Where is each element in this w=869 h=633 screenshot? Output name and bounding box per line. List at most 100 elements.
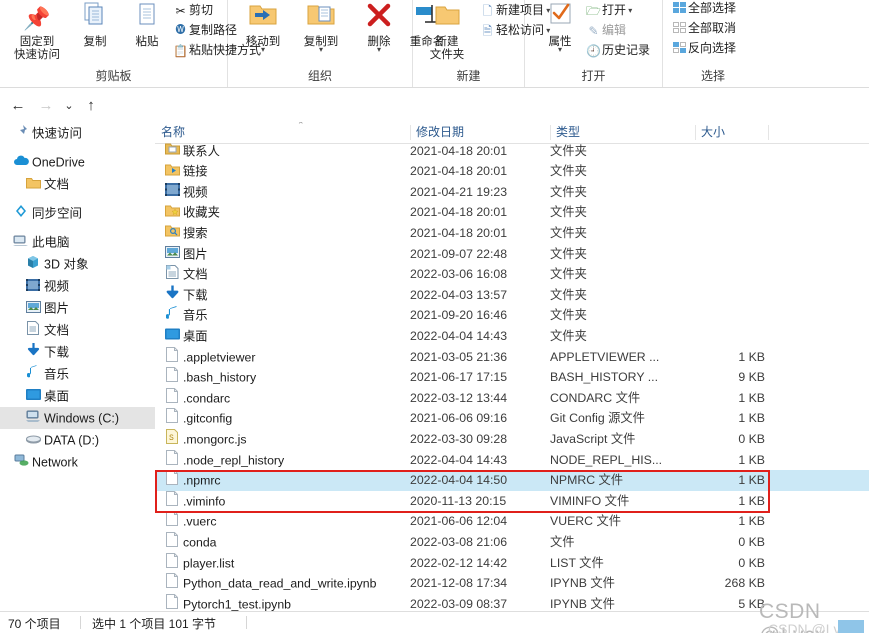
column-divider[interactable] [768, 125, 769, 140]
file-name-text: .node_repl_history [183, 453, 285, 467]
table-row[interactable]: 音乐 2021-09-20 16:46 文件夹 [155, 305, 869, 326]
copy-button[interactable]: 复制 [66, 2, 124, 49]
table-row[interactable]: player.list 2022-02-12 14:42 LIST 文件 0 KB [155, 552, 869, 575]
file-type-cell: 文件夹 [550, 205, 587, 220]
sidebar-item-8[interactable]: 文档 [0, 319, 155, 341]
folder-pictures-icon [161, 244, 183, 265]
sidebar-item-3[interactable]: 同步空间 [0, 202, 155, 224]
js-file-icon: S [161, 428, 183, 451]
table-row[interactable]: .condarc 2022-03-12 13:44 CONDARC 文件 1 KB [155, 387, 869, 409]
table-row[interactable]: .npmrc 2022-04-04 14:50 NPMRC 文件 1 KB [155, 470, 869, 491]
properties-caret-icon[interactable]: ▾ [531, 46, 589, 54]
sidebar-item-2[interactable]: 文档 [0, 173, 155, 195]
table-row[interactable]: 链接 2021-04-18 20:01 文件夹 [155, 161, 869, 182]
sidebar-item-7[interactable]: 图片 [0, 297, 155, 319]
move-to-icon [234, 2, 292, 36]
table-row[interactable]: .gitconfig 2021-06-06 09:16 Git Config 源文件… [155, 408, 869, 429]
table-row[interactable]: .node_repl_history 2022-04-04 14:43 NODE_R… [155, 449, 869, 471]
table-row[interactable]: conda 2022-03-08 21:06 文件 0 KB [155, 531, 869, 554]
table-row[interactable]: .vuerc 2021-06-06 12:04 VUERC 文件 1 KB [155, 511, 869, 532]
folder-desktop-icon [161, 326, 183, 347]
open-caret-icon[interactable]: ▾ [626, 6, 632, 15]
file-name-text: .condarc [183, 391, 231, 406]
table-row[interactable]: .bash_history 2021-06-17 17:15 BASH_HISTOR… [155, 367, 869, 388]
back-button[interactable]: ← [8, 96, 28, 116]
move-to-button[interactable]: 移动到 ▾ [234, 2, 292, 54]
file-size-cell [695, 202, 765, 223]
file-type-cell: LIST 文件 [550, 555, 604, 570]
pin-label-line2: 快速访问 [14, 49, 60, 61]
file-name-text: 视频 [183, 185, 208, 200]
file-name-text: player.list [183, 556, 235, 570]
sidebar-item-1[interactable]: OneDrive [0, 151, 155, 173]
sidebar-item-9[interactable]: 下载 [0, 341, 155, 363]
select-none-button[interactable]: 全部取消 [671, 18, 736, 38]
table-row[interactable]: 下载 2022-04-03 13:57 文件夹 [155, 285, 869, 306]
copy-to-button[interactable]: 复制到 ▾ [292, 2, 350, 54]
sidebar-item-11[interactable]: 桌面 [0, 385, 155, 407]
file-name-text: 音乐 [183, 308, 208, 323]
file-size-cell [695, 223, 765, 244]
copy-to-icon [292, 2, 350, 36]
ribbon-group-new-label: 新建 [456, 69, 481, 83]
file-icon [161, 593, 183, 611]
file-icon [161, 552, 183, 575]
table-row[interactable]: 收藏夹 2021-04-18 20:01 文件夹 [155, 202, 869, 223]
sidebar-item-label: 视频 [44, 279, 70, 294]
folder-favorites-icon [161, 203, 183, 224]
table-row[interactable]: .appletviewer 2021-03-05 21:36 APPLETVIEWE… [155, 346, 869, 368]
table-row[interactable]: 搜索 2021-04-18 20:01 文件夹 [155, 223, 869, 244]
file-name-cell: 收藏夹 [161, 202, 220, 223]
sidebar-item-4[interactable]: 此电脑 [0, 231, 155, 253]
open-button[interactable]: 🗁打开 ▾ [585, 0, 632, 20]
file-type-cell: VUERC 文件 [550, 514, 622, 529]
edit-button[interactable]: ✎ 编辑 [585, 20, 626, 40]
file-type-cell: 文件夹 [550, 225, 587, 240]
file-size-cell: 1 KB [738, 452, 765, 467]
file-date-cell: 2022-04-04 14:43 [410, 452, 508, 467]
forward-button[interactable]: → [36, 96, 56, 116]
file-name-cell: conda [161, 531, 217, 554]
file-type-cell: NODE_REPL_HIS... [550, 452, 663, 467]
pin-to-quick-access-button[interactable]: 📌 固定到 快速访问 [8, 2, 66, 62]
sidebar-item-label: 3D 对象 [44, 257, 89, 272]
move-to-caret-icon[interactable]: ▾ [234, 46, 292, 54]
table-row[interactable]: 图片 2021-09-07 22:48 文件夹 [155, 244, 869, 265]
sidebar-item-12[interactable]: Windows (C:) [0, 407, 155, 429]
cut-button[interactable]: ✂ 剪切 [172, 0, 213, 20]
table-row[interactable]: 视频 2021-04-21 19:23 文件夹 [155, 182, 869, 203]
select-all-button[interactable]: 全部选择 [671, 0, 736, 18]
invert-selection-button[interactable]: 反向选择 [671, 38, 736, 58]
file-date-cell: 2022-04-04 14:43 [410, 328, 508, 343]
select-none-label: 全部取消 [688, 21, 737, 35]
recent-locations-button[interactable]: ⌄ [59, 96, 79, 116]
new-folder-button[interactable]: 新建 文件夹 [418, 2, 476, 62]
folder-contacts-icon [161, 141, 183, 162]
file-name-cell: 下载 [161, 285, 208, 306]
history-button[interactable]: 🕘历史记录 [585, 40, 650, 60]
file-name-cell: player.list [161, 552, 235, 575]
up-button[interactable]: ↑ [81, 96, 101, 116]
file-size-cell [695, 161, 765, 182]
copy-to-caret-icon[interactable]: ▾ [292, 46, 350, 54]
sidebar-item-0[interactable]: 快速访问 [0, 122, 155, 144]
table-row[interactable]: .viminfo 2020-11-13 20:15 VIMINFO 文件 1 KB [155, 490, 869, 512]
file-size-cell: 1 KB [738, 390, 765, 405]
table-row[interactable]: Python_data_read_and_write.ipynb 2021-12-… [155, 573, 869, 594]
table-row[interactable]: 文档 2022-03-06 16:08 文件夹 [155, 264, 869, 285]
paste-button[interactable]: 粘贴 [118, 2, 176, 49]
sidebar-item-14[interactable]: Network [0, 451, 155, 473]
file-date-cell: 2021-03-05 21:36 [410, 349, 508, 364]
sidebar-item-13[interactable]: DATA (D:) [0, 429, 155, 451]
table-row[interactable]: 联系人 2021-04-18 20:01 文件夹 [155, 141, 869, 162]
table-row[interactable]: S .mongorc.js 2022-03-30 09:28 JavaScript 文… [155, 428, 869, 451]
sidebar-item-10[interactable]: 音乐 [0, 363, 155, 385]
file-icon [161, 531, 183, 554]
properties-button[interactable]: 属性 ▾ [531, 2, 589, 54]
sidebar-item-label: 快速访问 [32, 126, 83, 141]
sidebar-item-6[interactable]: 视频 [0, 275, 155, 297]
file-name-text: .mongorc.js [183, 432, 247, 447]
sidebar-item-5[interactable]: 3D 对象 [0, 253, 155, 275]
table-row[interactable]: 桌面 2022-04-04 14:43 文件夹 [155, 326, 869, 347]
file-name-cell: 联系人 [161, 141, 220, 162]
